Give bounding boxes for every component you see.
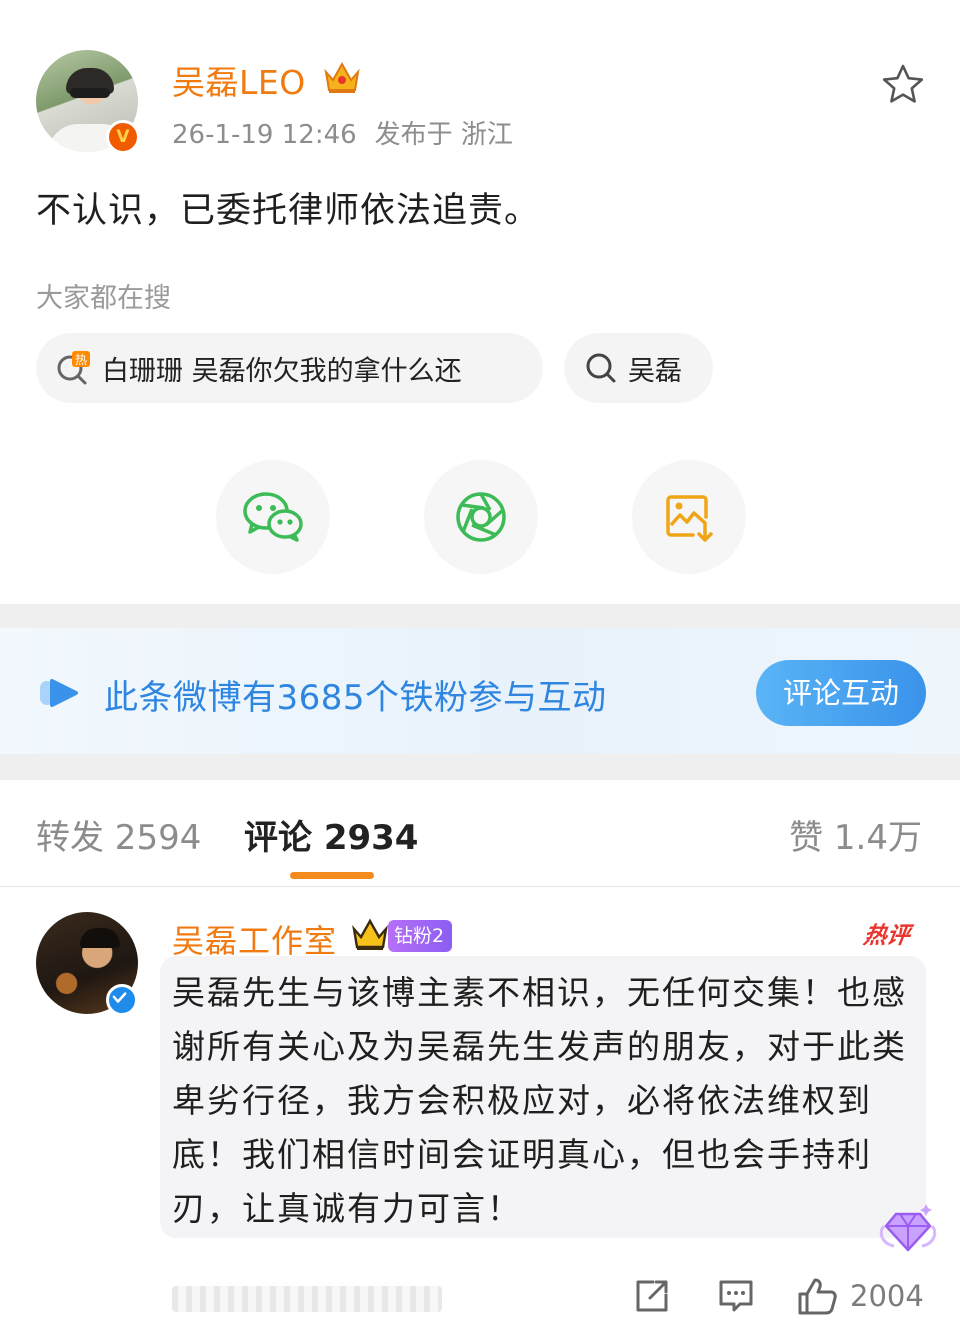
share-moments-button[interactable]: [424, 460, 538, 574]
diamond-fan-icon: [879, 1204, 937, 1252]
share-wechat-button[interactable]: [216, 460, 330, 574]
repost-icon[interactable]: [632, 1276, 672, 1316]
search-chip-label: 吴磊: [628, 355, 682, 387]
section-divider: [0, 604, 960, 628]
search-icon: [586, 353, 616, 383]
comment-icon[interactable]: [716, 1276, 756, 1316]
fan-level-badge: 钻粉2: [388, 920, 453, 952]
post-location: 发布于 浙江: [374, 120, 513, 150]
hot-comment-tag: 热评: [861, 923, 912, 949]
post-timestamp: 26-1-19 12:46: [172, 120, 357, 150]
like-button[interactable]: 2004: [796, 1276, 924, 1316]
tab-likes[interactable]: 赞 1.4万: [789, 810, 922, 859]
tab-divider: [0, 886, 960, 887]
trending-heading: 大家都在搜: [36, 283, 171, 314]
tab-comments[interactable]: 评论 2934: [244, 810, 418, 859]
comment-text: 吴磊先生与该博主素不相识，无任何交集！也感谢所有关心及为吴磊先生发声的朋友，对于…: [172, 973, 907, 1228]
comment-interact-button[interactable]: 评论互动: [756, 660, 926, 726]
author-name[interactable]: 吴磊LEO: [172, 56, 306, 104]
section-divider: [0, 754, 960, 780]
post-text: 不认识，已委托律师依法追责。: [36, 191, 541, 231]
save-image-button[interactable]: [632, 460, 746, 574]
active-tab-indicator: [290, 872, 374, 879]
moments-icon: [456, 492, 506, 542]
comment-time: [172, 1286, 442, 1312]
post-meta: 26-1-19 12:46 发布于 浙江: [172, 114, 513, 151]
thumbs-up-icon: [798, 1278, 837, 1315]
verified-badge-icon: [106, 984, 138, 1016]
svg-text:热: 热: [75, 353, 87, 367]
hot-search-icon: 热: [57, 351, 90, 385]
search-chip-name[interactable]: 吴磊: [564, 333, 713, 403]
wechat-icon: [243, 492, 303, 542]
crown-icon: [324, 61, 360, 93]
star-icon[interactable]: [880, 62, 926, 108]
search-chip-hot[interactable]: 热 白珊珊 吴磊你欠我的拿什么还: [36, 333, 543, 403]
crown-icon: [352, 918, 388, 950]
like-count: 2004: [850, 1279, 924, 1313]
fan-interaction-icon: [40, 679, 78, 707]
save-image-icon: [666, 495, 713, 542]
tab-forward[interactable]: 转发 2594: [36, 810, 201, 859]
fan-interaction-text: 此条微博有3685个铁粉参与互动: [104, 678, 607, 718]
search-chip-label: 白珊珊 吴磊你欠我的拿什么还: [102, 355, 462, 387]
verified-badge-icon: V: [106, 120, 140, 154]
